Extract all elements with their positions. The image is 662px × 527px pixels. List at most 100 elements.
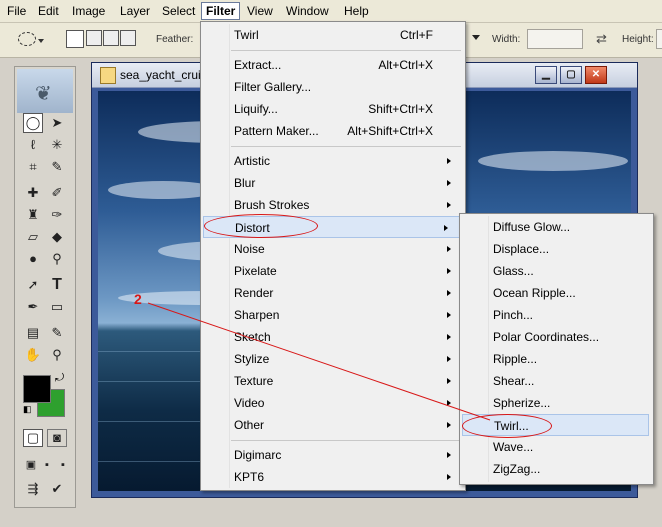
submenu-item-wave[interactable]: Wave... bbox=[460, 436, 651, 458]
submenu-item-ripple[interactable]: Ripple... bbox=[460, 348, 651, 370]
screen-mode-full-icon[interactable]: ▪ bbox=[53, 455, 73, 475]
submenu-item-diffuse-glow[interactable]: Diffuse Glow... bbox=[460, 216, 651, 238]
add-selection-icon[interactable] bbox=[86, 30, 102, 46]
submenu-item-ocean-ripple[interactable]: Ocean Ripple... bbox=[460, 282, 651, 304]
menu-filter[interactable]: Filter bbox=[201, 2, 241, 20]
magic-wand-icon[interactable]: ✳ bbox=[47, 135, 67, 155]
close-button[interactable]: ✕ bbox=[585, 66, 607, 84]
menu-item-liquify[interactable]: Liquify... Shift+Ctrl+X bbox=[201, 98, 463, 120]
eyedropper-icon[interactable]: ✎ bbox=[47, 323, 67, 343]
menu-item-digimarc[interactable]: Digimarc bbox=[201, 444, 463, 466]
marquee-tool-icon[interactable]: ◯ bbox=[23, 113, 43, 133]
menu-item-brush-strokes[interactable]: Brush Strokes bbox=[201, 194, 463, 216]
menu-item-pattern-maker[interactable]: Pattern Maker... Alt+Shift+Ctrl+X bbox=[201, 120, 463, 142]
menu-item-noise[interactable]: Noise bbox=[201, 238, 463, 260]
menu-item-filter-gallery[interactable]: Filter Gallery... bbox=[201, 76, 463, 98]
clone-stamp-icon[interactable]: ♜ bbox=[23, 205, 43, 225]
slice-tool-icon[interactable]: ✎ bbox=[47, 157, 67, 177]
notes-tool-icon[interactable]: ▤ bbox=[23, 323, 43, 343]
foreground-color-swatch[interactable] bbox=[23, 375, 51, 403]
submenu-item-glass[interactable]: Glass... bbox=[460, 260, 651, 282]
subtract-selection-icon[interactable] bbox=[103, 30, 119, 46]
paint-bucket-icon[interactable]: ◆ bbox=[47, 227, 67, 247]
height-field[interactable] bbox=[656, 29, 662, 49]
menu-image[interactable]: Image bbox=[68, 3, 109, 19]
move-tool-icon[interactable]: ➤ bbox=[47, 113, 67, 133]
menu-item-label: Wave... bbox=[493, 440, 534, 454]
menu-item-label: Artistic bbox=[234, 154, 270, 168]
intersect-selection-icon[interactable] bbox=[120, 30, 136, 46]
menu-item-label: Texture bbox=[234, 374, 274, 388]
menu-item-last-filter[interactable]: Twirl Ctrl+F bbox=[201, 24, 463, 46]
pen-tool-icon[interactable]: ✒ bbox=[23, 297, 43, 317]
menu-item-label: Digimarc bbox=[234, 448, 282, 462]
menu-item-label: Sketch bbox=[234, 330, 271, 344]
menu-edit[interactable]: Edit bbox=[34, 3, 63, 19]
history-brush-icon[interactable]: ✑ bbox=[47, 205, 67, 225]
new-selection-icon[interactable] bbox=[66, 30, 84, 48]
menu-item-sketch[interactable]: Sketch bbox=[201, 326, 463, 348]
step-number-label: 2 bbox=[134, 291, 142, 307]
menu-help[interactable]: Help bbox=[340, 3, 373, 19]
brush-tool-icon[interactable]: ✐ bbox=[47, 183, 67, 203]
path-selection-icon[interactable]: ➚ bbox=[23, 275, 43, 295]
default-colors-icon[interactable]: ◧ bbox=[23, 404, 32, 415]
menu-item-pixelate[interactable]: Pixelate bbox=[201, 260, 463, 282]
submenu-item-pinch[interactable]: Pinch... bbox=[460, 304, 651, 326]
menu-item-stylize[interactable]: Stylize bbox=[201, 348, 463, 370]
menu-window[interactable]: Window bbox=[282, 3, 333, 19]
submenu-arrow-icon bbox=[447, 290, 451, 296]
chevron-down-icon[interactable] bbox=[38, 39, 44, 43]
menu-item-texture[interactable]: Texture bbox=[201, 370, 463, 392]
swap-icon[interactable]: ⇄ bbox=[596, 31, 607, 47]
menu-item-other[interactable]: Other bbox=[201, 414, 463, 436]
edit-check-icon[interactable]: ✔ bbox=[47, 479, 67, 499]
dodge-tool-icon[interactable]: ⚲ bbox=[47, 249, 67, 269]
menu-item-extract[interactable]: Extract... Alt+Ctrl+X bbox=[201, 54, 463, 76]
document-file-icon bbox=[100, 67, 116, 84]
minimize-button[interactable]: ▁ bbox=[535, 66, 557, 84]
menu-view[interactable]: View bbox=[243, 3, 277, 19]
twirl-highlight-ellipse bbox=[462, 414, 552, 438]
jump-to-imageready-icon[interactable]: ⇶ bbox=[23, 479, 43, 499]
menu-select[interactable]: Select bbox=[158, 3, 199, 19]
zoom-tool-icon[interactable]: ⚲ bbox=[47, 345, 67, 365]
filter-menu: Twirl Ctrl+F Extract... Alt+Ctrl+X Filte… bbox=[200, 21, 466, 491]
menu-layer[interactable]: Layer bbox=[116, 3, 154, 19]
submenu-arrow-icon bbox=[447, 334, 451, 340]
menu-item-label: Displace... bbox=[493, 242, 550, 256]
height-label: Height: bbox=[622, 34, 654, 45]
style-dropdown[interactable] bbox=[470, 29, 482, 47]
menu-item-label: Ocean Ripple... bbox=[493, 286, 576, 300]
chevron-down-icon bbox=[472, 35, 480, 40]
hand-tool-icon[interactable]: ✋ bbox=[23, 345, 43, 365]
blur-tool-icon[interactable]: ● bbox=[23, 249, 43, 269]
submenu-arrow-icon bbox=[447, 158, 451, 164]
submenu-item-polar-coordinates[interactable]: Polar Coordinates... bbox=[460, 326, 651, 348]
eraser-tool-icon[interactable]: ▱ bbox=[23, 227, 43, 247]
swap-colors-icon[interactable]: ⤾ bbox=[55, 372, 64, 385]
menu-item-artistic[interactable]: Artistic bbox=[201, 150, 463, 172]
type-tool-icon[interactable]: T bbox=[47, 275, 67, 295]
maximize-button[interactable]: ▢ bbox=[560, 66, 582, 84]
healing-brush-icon[interactable]: ✚ bbox=[23, 183, 43, 203]
quick-mask-icon[interactable]: ◙ bbox=[47, 429, 67, 447]
submenu-item-spherize[interactable]: Spherize... bbox=[460, 392, 651, 414]
menu-item-blur[interactable]: Blur bbox=[201, 172, 463, 194]
menu-item-sharpen[interactable]: Sharpen bbox=[201, 304, 463, 326]
menu-file[interactable]: File bbox=[3, 3, 30, 19]
menu-item-video[interactable]: Video bbox=[201, 392, 463, 414]
menu-item-kpt6[interactable]: KPT6 bbox=[201, 466, 463, 488]
submenu-item-shear[interactable]: Shear... bbox=[460, 370, 651, 392]
submenu-item-displace[interactable]: Displace... bbox=[460, 238, 651, 260]
lasso-tool-icon[interactable]: ℓ bbox=[23, 135, 43, 155]
shape-tool-icon[interactable]: ▭ bbox=[47, 297, 67, 317]
menu-item-label: Glass... bbox=[493, 264, 534, 278]
tool-panel: ❦ ◯ ➤ ℓ ✳ ⌗ ✎ ✚ ✐ ♜ ✑ ▱ ◆ ● ⚲ ➚ T ✒ ▭ ▤ … bbox=[14, 66, 76, 508]
marquee-option-icon[interactable] bbox=[18, 32, 36, 46]
standard-mode-icon[interactable]: ▢ bbox=[23, 429, 43, 447]
crop-tool-icon[interactable]: ⌗ bbox=[23, 157, 43, 177]
menu-item-render[interactable]: Render bbox=[201, 282, 463, 304]
submenu-item-zigzag[interactable]: ZigZag... bbox=[460, 458, 651, 480]
width-field[interactable] bbox=[527, 29, 583, 49]
